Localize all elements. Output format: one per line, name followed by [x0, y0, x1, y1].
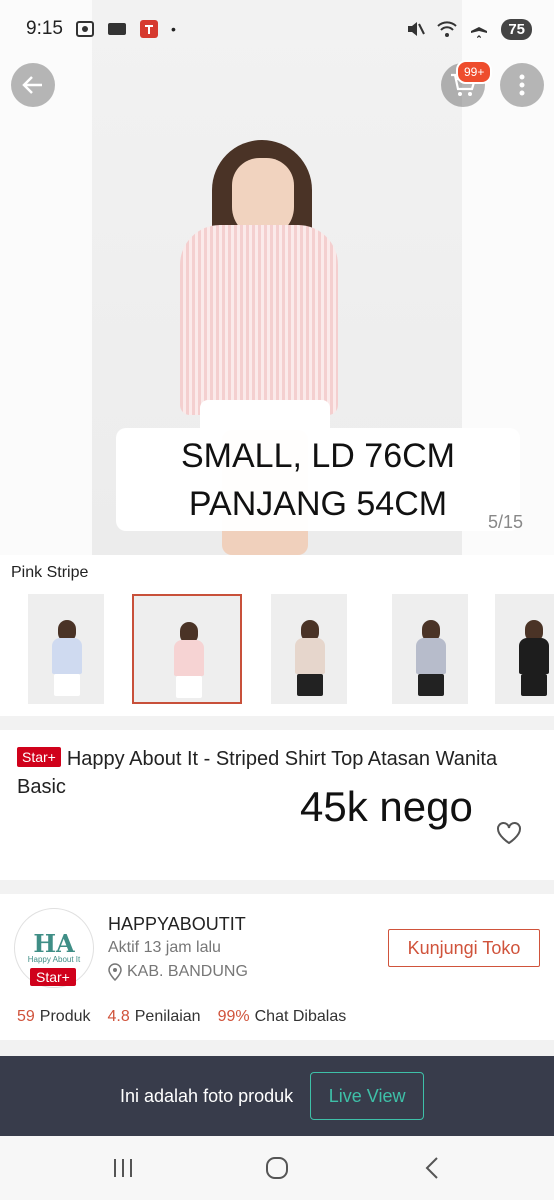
live-view-button[interactable]: Live View	[310, 1072, 425, 1120]
recent-apps-button[interactable]	[109, 1154, 137, 1182]
variant-thumb-pink-stripe[interactable]	[132, 594, 242, 704]
variant-thumb-beige-stripe[interactable]	[271, 594, 347, 704]
thumb-top	[52, 638, 82, 674]
arrow-left-icon	[22, 76, 42, 94]
visit-shop-button[interactable]: Kunjungi Toko	[388, 929, 540, 967]
size-text-overlay: SMALL, LD 76CM PANJANG 54CM	[116, 428, 520, 531]
stat-chat: 99% Chat Dibalas	[218, 1008, 347, 1026]
shop-name[interactable]: HAPPYABOUTIT	[108, 914, 246, 935]
section-divider	[0, 716, 554, 730]
home-icon	[266, 1157, 288, 1179]
model-shirt	[180, 225, 338, 415]
stat-chat-num: 99%	[217, 1008, 250, 1025]
more-vertical-icon	[519, 74, 525, 96]
stat-products: 59 Produk	[17, 1008, 91, 1026]
system-nav-bar	[0, 1136, 554, 1200]
cart-count-badge: 99+	[456, 60, 493, 84]
dot-icon: •	[170, 21, 176, 37]
thumb-top	[295, 638, 325, 674]
variant-thumb-grey-stripe[interactable]	[392, 594, 468, 704]
stat-rating: 4.8 Penilaian	[108, 1008, 201, 1026]
more-options-button[interactable]	[500, 63, 544, 107]
section-divider	[0, 880, 554, 894]
thumb-bottom	[521, 674, 547, 696]
app-notification-icon	[139, 20, 158, 38]
wifi-icon	[437, 21, 458, 37]
thumb-top	[174, 640, 204, 676]
size-overlay-line2: PANJANG 54CM	[188, 484, 448, 523]
variant-thumb-blue-stripe[interactable]	[28, 594, 104, 704]
shop-logo-sub: Happy About It	[27, 954, 81, 964]
size-overlay-line1: SMALL, LD 76CM	[181, 436, 455, 475]
status-time: 9:15	[26, 18, 63, 39]
thumb-bottom	[54, 674, 80, 696]
thumb-bottom	[297, 674, 323, 696]
thumb-photo	[150, 596, 226, 702]
variant-label: Pink Stripe	[11, 564, 89, 581]
chevron-left-icon	[425, 1157, 438, 1179]
stat-products-num: 59	[17, 1008, 35, 1025]
thumb-bottom	[176, 676, 202, 698]
variant-thumb-black[interactable]	[495, 594, 554, 704]
mute-icon	[408, 22, 426, 36]
price-text-overlay: 45k nego	[296, 778, 496, 840]
thumb-top	[416, 638, 446, 674]
thumb-bottom	[418, 674, 444, 696]
shop-location-text: KAB. BANDUNG	[127, 963, 248, 980]
shop-logo-mark: HA	[33, 928, 75, 958]
stat-rating-num: 4.8	[107, 1008, 130, 1025]
recent-apps-icon	[114, 1159, 132, 1177]
airplane-icon	[471, 21, 488, 38]
shop-stats: 59 Produk 4.8 Penilaian 99% Chat Dibalas	[17, 1008, 346, 1026]
back-button[interactable]	[11, 63, 55, 107]
shop-location: KAB. BANDUNG	[108, 963, 248, 981]
stat-chat-label: Chat Dibalas	[254, 1008, 347, 1025]
system-back-button[interactable]	[418, 1154, 446, 1182]
location-pin-icon	[108, 963, 122, 981]
home-button[interactable]	[263, 1154, 291, 1182]
shop-active-status: Aktif 13 jam lalu	[108, 939, 221, 956]
heart-icon[interactable]	[496, 820, 522, 846]
section-divider	[0, 1040, 554, 1056]
screenshot-icon	[75, 21, 94, 37]
card-icon	[107, 23, 126, 35]
image-counter: 5/15	[488, 512, 524, 532]
stat-products-label: Produk	[39, 1008, 91, 1025]
battery-indicator: 75	[501, 18, 532, 40]
live-view-bar: Ini adalah foto produk Live View	[0, 1056, 554, 1136]
star-plus-badge: Star+	[17, 747, 61, 767]
stat-rating-label: Penilaian	[134, 1008, 201, 1025]
shop-star-plus-badge: Star+	[30, 968, 76, 986]
live-view-text: Ini adalah foto produk	[120, 1085, 294, 1106]
status-bar: 9:15 • 75	[0, 0, 554, 58]
thumb-top	[519, 638, 549, 674]
